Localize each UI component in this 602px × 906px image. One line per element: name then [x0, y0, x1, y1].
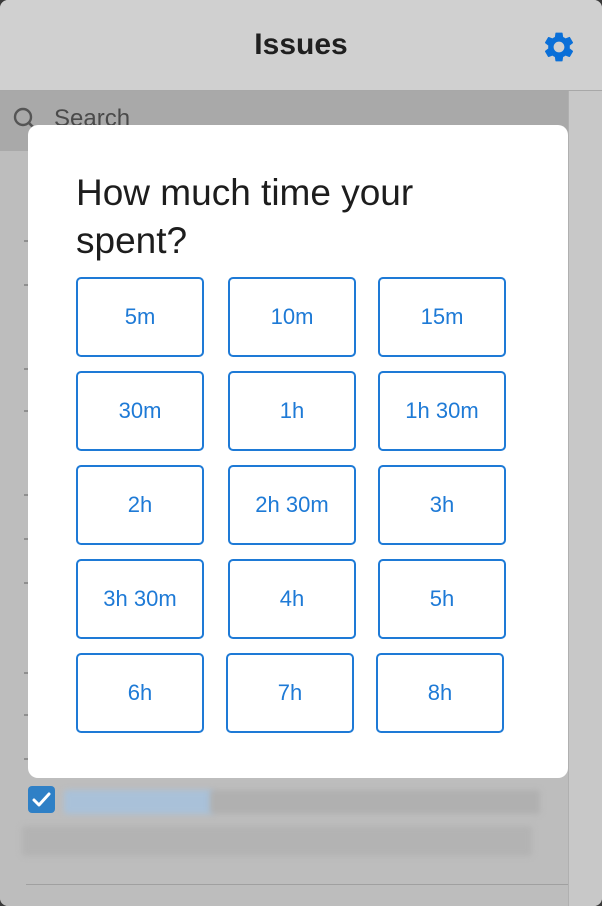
time-option-button[interactable]: 8h — [376, 653, 504, 733]
issue-checkbox[interactable] — [28, 786, 55, 813]
redacted-issue-key — [64, 790, 214, 814]
checkmark-icon — [32, 792, 51, 807]
time-option-button[interactable]: 2h — [76, 465, 204, 545]
time-option-button[interactable]: 10m — [228, 277, 356, 357]
page-title: Issues — [254, 28, 348, 61]
time-option-button[interactable]: 3h 30m — [76, 559, 204, 639]
time-spent-dialog: How much time your spent? 5m 10m 15m 30m… — [28, 125, 568, 778]
dialog-title: How much time your spent? — [76, 172, 414, 261]
redacted-issue-summary — [22, 826, 532, 856]
time-option-button[interactable]: 5m — [76, 277, 204, 357]
app-window: Issues Search How much time your spent? … — [0, 0, 602, 906]
time-option-button[interactable]: 2h 30m — [228, 465, 356, 545]
time-option-button[interactable]: 7h — [226, 653, 354, 733]
time-option-button[interactable]: 30m — [76, 371, 204, 451]
list-divider — [26, 884, 568, 885]
header-bar: Issues — [0, 0, 602, 91]
time-option-button[interactable]: 5h — [378, 559, 506, 639]
time-option-button[interactable]: 6h — [76, 653, 204, 733]
time-option-button[interactable]: 1h — [228, 371, 356, 451]
time-option-button[interactable]: 15m — [378, 277, 506, 357]
time-option-button[interactable]: 3h — [378, 465, 506, 545]
redacted-issue-title — [210, 790, 540, 814]
scrollbar[interactable] — [568, 91, 602, 906]
time-option-button[interactable]: 1h 30m — [378, 371, 506, 451]
gear-icon[interactable] — [541, 29, 577, 65]
time-option-button[interactable]: 4h — [228, 559, 356, 639]
